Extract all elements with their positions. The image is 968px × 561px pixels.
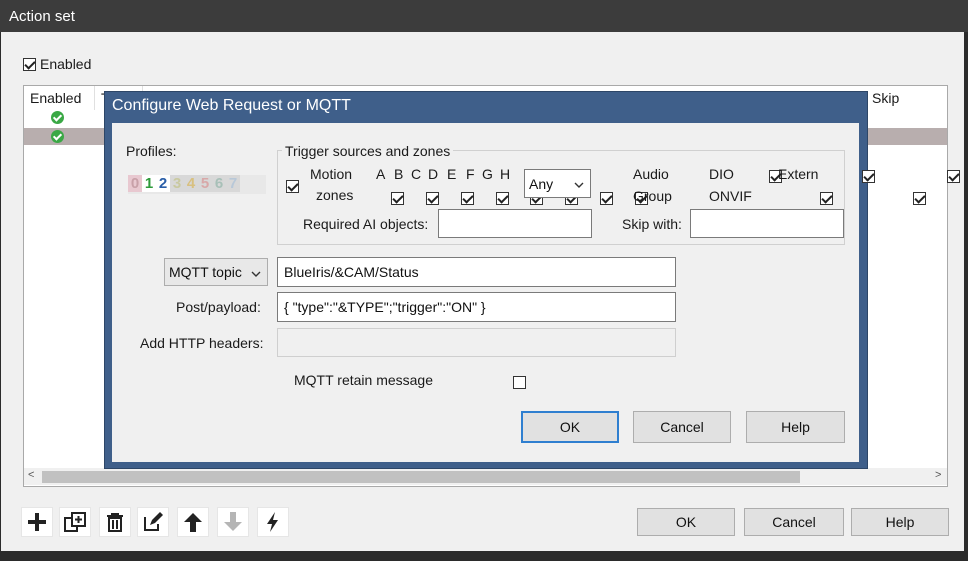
profile-5[interactable]: 5 bbox=[198, 175, 212, 192]
chevron-down-icon bbox=[574, 182, 584, 188]
column-header-skip[interactable]: Skip bbox=[866, 86, 947, 110]
move-down-button[interactable] bbox=[217, 507, 249, 537]
onvif-checkbox[interactable] bbox=[912, 191, 926, 205]
add-icon bbox=[28, 513, 46, 531]
chevron-down-icon bbox=[251, 271, 261, 277]
topic-input[interactable]: BlueIris/&CAM/Status bbox=[277, 257, 676, 287]
zone-mode-select[interactable]: Any bbox=[524, 169, 591, 198]
profile-0[interactable]: 0 bbox=[128, 175, 142, 192]
zone-g-checkbox[interactable] bbox=[600, 191, 614, 205]
row-2-enabled-check-icon[interactable] bbox=[51, 130, 64, 143]
zone-letter-b: B bbox=[394, 166, 404, 182]
zone-a-checkbox[interactable] bbox=[390, 191, 404, 205]
group-label: Group bbox=[633, 188, 672, 204]
skip-with-input[interactable] bbox=[690, 209, 844, 238]
zone-letter-c: C bbox=[411, 166, 422, 182]
trigger-group-label: Trigger sources and zones bbox=[282, 143, 454, 159]
dialog-cancel-button[interactable]: Cancel bbox=[633, 411, 731, 443]
profiles-selector[interactable]: 0 1 2 3 4 5 6 7 bbox=[128, 175, 266, 194]
mqtt-retain-label: MQTT retain message bbox=[294, 372, 434, 388]
arrow-up-icon bbox=[184, 513, 202, 532]
zone-letter-e: E bbox=[447, 166, 457, 182]
profile-3[interactable]: 3 bbox=[170, 175, 184, 192]
mqtt-retain-checkbox[interactable] bbox=[513, 375, 527, 389]
skip-with-label: Skip with: bbox=[622, 216, 682, 232]
dio-label: DIO bbox=[709, 166, 734, 182]
extern-checkbox[interactable] bbox=[946, 169, 960, 183]
request-type-select[interactable]: MQTT topic bbox=[164, 258, 268, 286]
dialog-title: Configure Web Request or MQTT bbox=[112, 97, 351, 114]
arrow-down-icon bbox=[224, 512, 242, 531]
outer-window-titlebar: Action set bbox=[0, 0, 968, 32]
enabled-checkbox-label: Enabled bbox=[40, 56, 92, 73]
row-1-enabled-check-icon[interactable] bbox=[51, 111, 64, 124]
move-up-button[interactable] bbox=[177, 507, 209, 537]
onvif-label: ONVIF bbox=[709, 188, 752, 204]
duplicate-icon bbox=[64, 512, 86, 532]
edit-icon bbox=[144, 512, 163, 531]
duplicate-button[interactable] bbox=[59, 507, 91, 537]
zone-letter-g: G bbox=[482, 166, 493, 182]
profile-4[interactable]: 4 bbox=[184, 175, 198, 192]
lightning-icon bbox=[267, 512, 278, 532]
zone-b-checkbox[interactable] bbox=[425, 191, 439, 205]
profile-6[interactable]: 6 bbox=[212, 175, 226, 192]
outer-window-title: Action set bbox=[9, 8, 75, 25]
required-ai-input[interactable] bbox=[438, 209, 592, 238]
required-ai-label: Required AI objects: bbox=[303, 216, 429, 232]
motion-label-2: zones bbox=[316, 187, 354, 203]
zone-letter-a: A bbox=[376, 166, 386, 182]
add-button[interactable] bbox=[21, 507, 53, 537]
zone-mode-value: Any bbox=[529, 176, 554, 192]
edit-button[interactable] bbox=[137, 507, 169, 537]
dialog-help-button[interactable]: Help bbox=[746, 411, 845, 443]
enabled-checkbox-box[interactable] bbox=[23, 57, 36, 71]
test-button[interactable] bbox=[257, 507, 289, 537]
outer-help-button[interactable]: Help bbox=[851, 508, 949, 536]
http-headers-input[interactable] bbox=[277, 328, 676, 357]
zone-d-checkbox[interactable] bbox=[495, 191, 509, 205]
payload-input[interactable]: { "type":"&TYPE";"trigger":"ON" } bbox=[277, 292, 676, 322]
enabled-checkbox[interactable]: Enabled bbox=[23, 55, 91, 72]
dio-checkbox[interactable] bbox=[861, 169, 875, 183]
extern-label: Extern bbox=[778, 166, 819, 182]
request-type-value: MQTT topic bbox=[169, 264, 242, 280]
zone-letter-h: H bbox=[500, 166, 511, 182]
group-checkbox[interactable] bbox=[819, 191, 833, 205]
profile-2[interactable]: 2 bbox=[156, 175, 170, 192]
motion-label-1: Motion bbox=[310, 166, 353, 182]
audio-label: Audio bbox=[633, 166, 669, 182]
dialog-ok-button[interactable]: OK bbox=[521, 411, 619, 443]
column-header-enabled[interactable]: Enabled bbox=[24, 86, 95, 110]
profiles-label: Profiles: bbox=[126, 143, 177, 159]
outer-ok-button[interactable]: OK bbox=[637, 508, 735, 536]
zone-letter-f: F bbox=[466, 166, 475, 182]
http-headers-label: Add HTTP headers: bbox=[140, 335, 264, 351]
scroll-left-arrow-icon[interactable]: < bbox=[28, 469, 34, 481]
motion-zones-checkbox[interactable] bbox=[286, 179, 299, 193]
outer-cancel-button[interactable]: Cancel bbox=[744, 508, 844, 536]
trash-icon bbox=[107, 513, 123, 532]
horizontal-scrollbar-thumb[interactable] bbox=[42, 471, 800, 483]
profile-7[interactable]: 7 bbox=[226, 175, 240, 192]
payload-label: Post/payload: bbox=[176, 299, 261, 315]
scroll-right-arrow-icon[interactable]: > bbox=[935, 469, 941, 481]
zone-letter-d: D bbox=[428, 166, 439, 182]
zone-c-checkbox[interactable] bbox=[460, 191, 474, 205]
profile-1[interactable]: 1 bbox=[142, 175, 156, 192]
delete-button[interactable] bbox=[99, 507, 131, 537]
